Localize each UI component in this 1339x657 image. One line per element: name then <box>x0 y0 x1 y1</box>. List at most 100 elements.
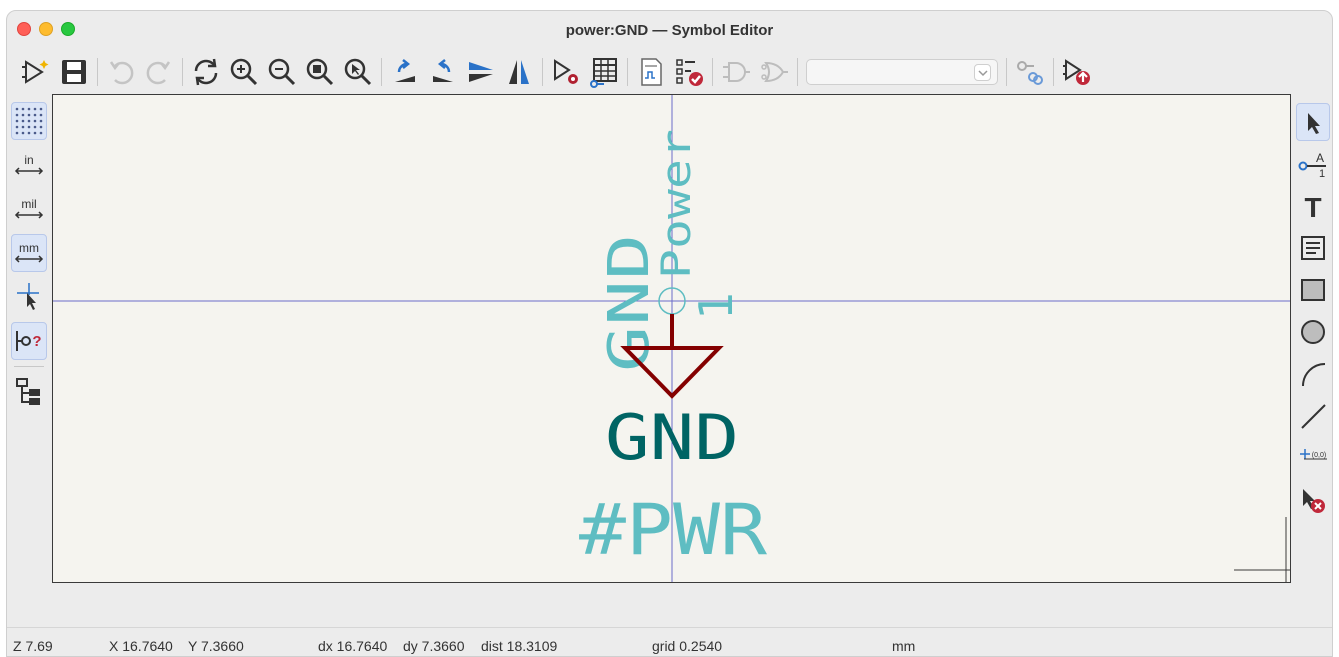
units-mils-button[interactable]: mil <box>11 190 47 228</box>
datasheet-icon <box>641 58 662 86</box>
new-symbol-icon <box>22 60 49 84</box>
update-symbol-icon <box>1063 59 1090 85</box>
millimeters-units-icon: mm <box>14 241 44 263</box>
reference-field-text[interactable]: #PWR <box>579 489 768 571</box>
refresh-button[interactable] <box>187 53 225 91</box>
rotate-ccw-icon <box>395 59 415 82</box>
left-toolbar-separator <box>14 366 44 367</box>
zoom-selection-button[interactable] <box>339 53 377 91</box>
grid-icon <box>15 107 43 135</box>
window-controls <box>17 22 75 36</box>
mils-units-icon: mil <box>14 197 44 219</box>
delete-cursor-icon <box>1303 489 1325 513</box>
grid-toggle-button[interactable] <box>11 102 47 140</box>
redo-icon <box>146 61 171 85</box>
save-icon <box>62 60 86 84</box>
add-text-button[interactable]: T <box>1296 187 1330 225</box>
update-symbol-button[interactable] <box>1058 53 1096 91</box>
zoom-fit-icon <box>306 58 334 86</box>
toolbar-separator <box>1053 58 1054 86</box>
show-pin-electrical-type-button[interactable] <box>1011 53 1049 91</box>
set-anchor-button[interactable]: (0,0) <box>1296 439 1330 477</box>
textbox-icon <box>1301 236 1325 260</box>
check-symbol-icon <box>676 59 703 86</box>
pin-table-icon <box>590 58 617 88</box>
demorgan-alternate-icon <box>761 61 788 83</box>
delete-tool-button[interactable] <box>1296 481 1330 519</box>
zoom-in-button[interactable] <box>225 53 263 91</box>
close-window-button[interactable] <box>17 22 31 36</box>
add-arc-button[interactable] <box>1296 355 1330 393</box>
units-millimeters-button[interactable]: mm <box>11 234 47 272</box>
undo-button[interactable] <box>102 53 140 91</box>
add-pin-icon: A1 <box>1298 151 1326 179</box>
millimeters-label: mm <box>19 241 39 255</box>
units-inches-button[interactable]: in <box>11 146 47 184</box>
add-pin-button[interactable]: A1 <box>1296 145 1330 183</box>
mirror-horizontal-button[interactable] <box>500 53 538 91</box>
demorgan-alternate-button[interactable] <box>755 53 793 91</box>
pin-electrical-type-icon: ? <box>16 331 42 351</box>
show-pin-electrical-type-icon <box>1017 61 1043 85</box>
rotate-ccw-button[interactable] <box>386 53 424 91</box>
add-textbox-button[interactable] <box>1296 229 1330 267</box>
new-symbol-button[interactable] <box>17 53 55 91</box>
anchor-label: (0,0) <box>1312 452 1326 459</box>
title-bar[interactable]: power:GND — Symbol Editor <box>7 11 1332 49</box>
check-symbol-button[interactable] <box>670 53 708 91</box>
select-tool-button[interactable] <box>1296 103 1330 141</box>
line-icon <box>1301 404 1326 429</box>
svg-text:?: ? <box>32 333 41 350</box>
right-toolbar: A1 T (0,0) <box>1293 95 1332 595</box>
pin-tool-text-top: A <box>1316 151 1324 165</box>
add-circle-button[interactable] <box>1296 313 1330 351</box>
mirror-vertical-icon <box>469 62 493 82</box>
text-tool-glyph: T <box>1304 192 1321 221</box>
datasheet-button[interactable] <box>632 53 670 91</box>
distance-readout: dist 18.3109 <box>481 638 558 654</box>
cursor-y-readout: Y 7.3660 <box>188 638 244 654</box>
hierarchy-tree-icon <box>16 378 40 405</box>
rotate-cw-button[interactable] <box>424 53 462 91</box>
symbol-editor-window: power:GND — Symbol Editor in mil mm ? Po… <box>6 10 1333 657</box>
crosshair-cursor-icon <box>17 283 39 310</box>
delta-x-readout: dx 16.7640 <box>318 638 388 654</box>
save-button[interactable] <box>55 53 93 91</box>
units-readout: mm <box>892 638 916 654</box>
zoom-window-button[interactable] <box>61 22 75 36</box>
demorgan-standard-button[interactable] <box>717 53 755 91</box>
drawing-canvas[interactable]: Power GND 1 GND #PWR <box>52 94 1291 583</box>
grid-readout: grid 0.2540 <box>652 638 723 654</box>
pin-number-text[interactable]: 1 <box>689 292 743 320</box>
circle-icon <box>1301 320 1325 344</box>
arc-icon <box>1302 363 1326 387</box>
toolbar-separator <box>381 58 382 86</box>
unit-select-combo[interactable] <box>806 59 998 85</box>
chevron-down-icon <box>974 64 991 81</box>
full-window-crosshair-button[interactable] <box>11 278 47 316</box>
rectangle-icon <box>1301 279 1325 301</box>
redo-button[interactable] <box>140 53 178 91</box>
hierarchy-navigator-button[interactable] <box>11 373 47 411</box>
mirror-vertical-button[interactable] <box>462 53 500 91</box>
add-line-button[interactable] <box>1296 397 1330 435</box>
toolbar-separator <box>712 58 713 86</box>
text-tool-icon: T <box>1304 192 1321 221</box>
demorgan-standard-icon <box>723 62 750 82</box>
value-field-text[interactable]: GND <box>605 401 739 474</box>
status-bar: Z 7.69 X 16.7640 Y 7.3660 dx 16.7640 dy … <box>7 627 1332 656</box>
toolbar-separator <box>542 58 543 86</box>
zoom-out-icon <box>268 58 296 86</box>
show-pin-electrical-types-button[interactable]: ? <box>11 322 47 360</box>
toolbar-separator <box>97 58 98 86</box>
zoom-fit-button[interactable] <box>301 53 339 91</box>
symbol-properties-button[interactable] <box>547 53 585 91</box>
minimize-window-button[interactable] <box>39 22 53 36</box>
zoom-out-button[interactable] <box>263 53 301 91</box>
rotate-cw-icon <box>433 59 453 82</box>
undo-icon <box>109 61 134 85</box>
left-toolbar: in mil mm ? <box>7 95 51 595</box>
toolbar-separator <box>1006 58 1007 86</box>
pin-table-button[interactable] <box>585 53 623 91</box>
add-rectangle-button[interactable] <box>1296 271 1330 309</box>
